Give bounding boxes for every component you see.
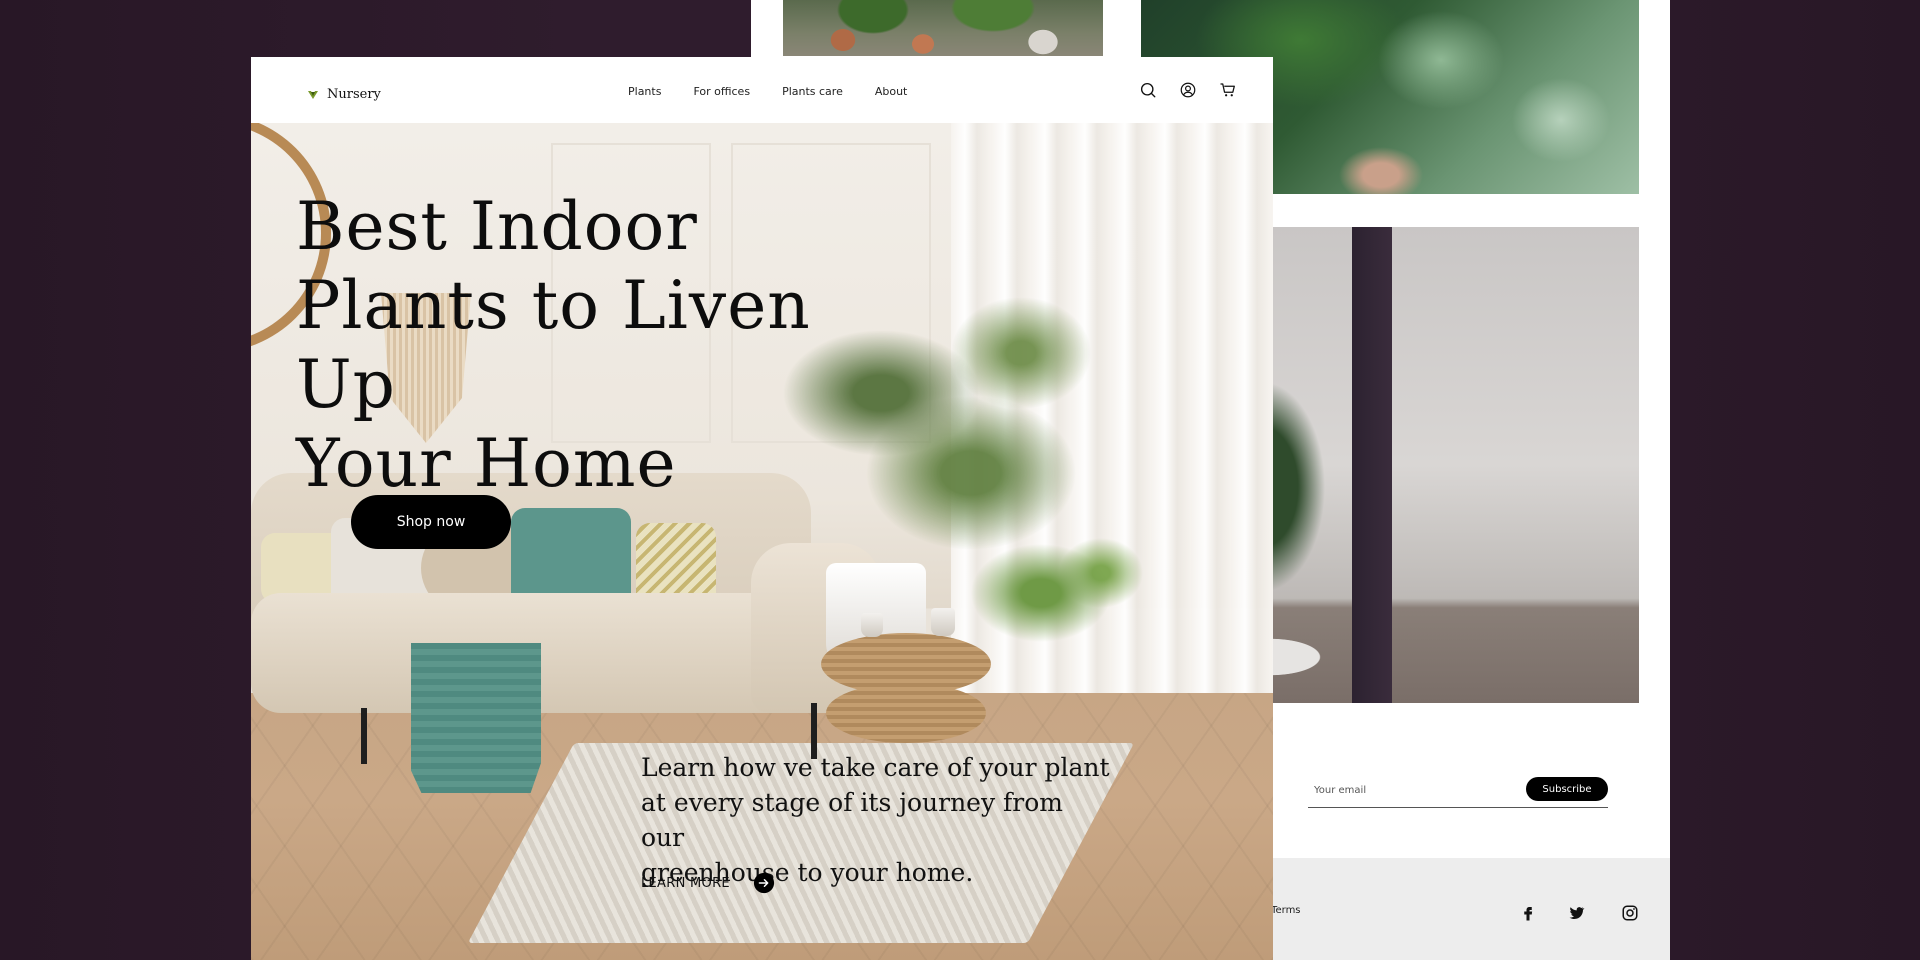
instagram-icon[interactable] [1621, 904, 1639, 922]
shop-now-button[interactable]: Shop now [351, 495, 511, 549]
hero-title-line: Plants to Liven Up [296, 267, 811, 423]
main-page-preview: Nursery Plants For offices Plants care A… [251, 57, 1273, 960]
header-actions [1139, 81, 1237, 99]
learn-more-link[interactable]: LEARN MORE [641, 872, 775, 894]
nav-item-about[interactable]: About [875, 85, 908, 98]
logo[interactable]: Nursery [307, 87, 381, 102]
small-pot [931, 608, 955, 636]
nav-item-plants-care[interactable]: Plants care [782, 85, 843, 98]
newsletter-form: Subscribe [1308, 774, 1608, 808]
email-field[interactable] [1314, 780, 1514, 800]
learn-description: Learn how ve take care of your plant at … [641, 750, 1111, 890]
logo-text: Nursery [327, 87, 381, 102]
header: Nursery Plants For offices Plants care A… [251, 57, 1273, 123]
cart-icon[interactable] [1219, 81, 1237, 99]
small-pot [861, 613, 883, 637]
twitter-icon[interactable] [1567, 904, 1585, 922]
hero-title: Best Indoor Plants to Liven Up Your Home [296, 187, 896, 503]
wicker-pouf [821, 633, 991, 695]
subscribe-button[interactable]: Subscribe [1526, 777, 1608, 801]
plants-shelf-image [783, 0, 1103, 56]
facebook-icon[interactable] [1519, 904, 1537, 922]
learn-description-line: at every stage of its journey from our [641, 788, 1064, 852]
arrow-right-icon [753, 872, 775, 894]
search-icon[interactable] [1139, 81, 1157, 99]
learn-description-line: Learn how ve take care of your plant [641, 753, 1110, 782]
main-nav: Plants For offices Plants care About [628, 85, 907, 98]
nav-item-plants[interactable]: Plants [628, 85, 661, 98]
teal-throw-blanket [411, 643, 541, 793]
account-icon[interactable] [1179, 81, 1197, 99]
sofa-leg [361, 708, 367, 764]
learn-more-label: LEARN MORE [641, 875, 730, 891]
nav-item-for-offices[interactable]: For offices [693, 85, 750, 98]
hero-title-line: Best Indoor [296, 188, 698, 265]
hero-title-line: Your Home [296, 425, 677, 502]
leaf-logo-icon [307, 90, 319, 100]
